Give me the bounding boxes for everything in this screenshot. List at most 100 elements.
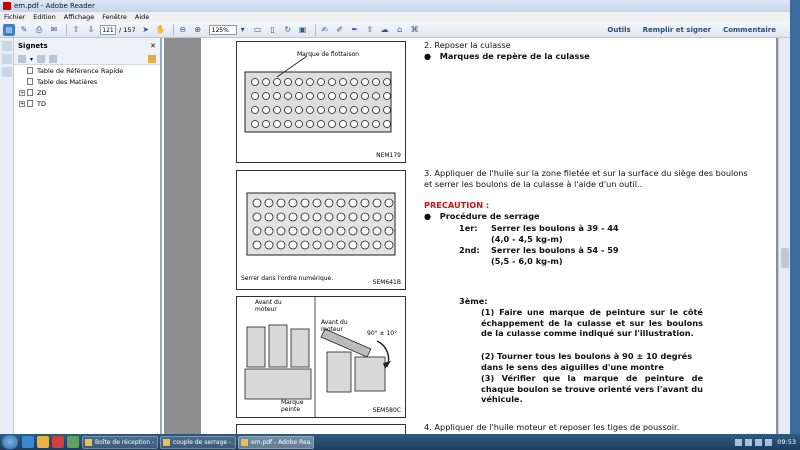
- bolt-hole: [339, 120, 347, 128]
- menu-edition[interactable]: Edition: [29, 13, 60, 21]
- task-inbox[interactable]: Boîte de réception - ...: [82, 435, 158, 449]
- stamp-icon[interactable]: ⌂: [394, 24, 406, 36]
- figure-label-paint-mark: Marque peinte: [281, 399, 304, 413]
- bolt-hole: [383, 92, 391, 100]
- expand-bookmark-icon[interactable]: [148, 55, 156, 63]
- menu-bar: Fichier Edition Affichage Fenêtre Aide: [0, 12, 790, 22]
- zoom-in-icon[interactable]: ⊕: [192, 24, 204, 36]
- bolt-hole: [288, 226, 298, 236]
- outils-button[interactable]: Outils: [607, 24, 630, 36]
- bolt-hole: [348, 212, 358, 222]
- bolt-hole: [306, 120, 314, 128]
- menu-affichage[interactable]: Affichage: [60, 13, 99, 21]
- close-icon[interactable]: ✕: [150, 42, 156, 50]
- tray-icon[interactable]: [745, 438, 753, 446]
- bolt-hole: [252, 240, 262, 250]
- read-mode-icon[interactable]: ▣: [297, 24, 309, 36]
- taskbar: Boîte de réception - ... couple de serra…: [0, 434, 800, 450]
- open-icon[interactable]: ▤: [3, 23, 15, 36]
- bolt-hole: [312, 240, 322, 250]
- internet-explorer-icon[interactable]: [22, 436, 34, 448]
- explorer-icon[interactable]: [37, 436, 49, 448]
- bookmark-item[interactable]: Table de Référence Rapide: [14, 65, 160, 76]
- bookmark-label: Table de Référence Rapide: [37, 66, 124, 75]
- bolt-hole: [317, 78, 325, 86]
- next-page-icon[interactable]: ⇩: [85, 24, 97, 36]
- bookmark-label: TD: [37, 99, 46, 108]
- bolt-hole: [372, 92, 380, 100]
- bookmark-item[interactable]: + ZD: [14, 87, 160, 98]
- highlight-icon[interactable]: ✐: [334, 24, 346, 36]
- previous-page-icon[interactable]: ⇧: [70, 24, 82, 36]
- bolt-hole: [295, 120, 303, 128]
- bolt-hole: [288, 240, 298, 250]
- bookmarks-tools: ▾: [14, 54, 160, 65]
- menu-aide[interactable]: Aide: [131, 13, 153, 21]
- hand-tool-icon[interactable]: ✋: [155, 24, 167, 36]
- volume-icon[interactable]: [755, 438, 763, 446]
- bolt-hole: [276, 240, 286, 250]
- expand-icon[interactable]: +: [19, 89, 25, 96]
- bolt-hole: [360, 212, 370, 222]
- zoom-select[interactable]: 125%: [208, 24, 237, 35]
- chevron-down-icon[interactable]: ▾: [237, 24, 249, 36]
- comment-icon[interactable]: ✍: [319, 24, 331, 36]
- angle-tightening-drawing: [244, 297, 391, 417]
- cylinder-head-drawing: [244, 55, 392, 133]
- remplir-et-signer-button[interactable]: Remplir et signer: [643, 24, 711, 36]
- tray-icon[interactable]: [735, 438, 743, 446]
- new-bookmark-icon[interactable]: [49, 55, 58, 63]
- attachment-icon[interactable]: ⌘: [409, 24, 421, 36]
- cloud-icon[interactable]: ☁: [379, 24, 391, 36]
- expand-icon[interactable]: +: [19, 100, 25, 107]
- bolt-hole: [284, 120, 292, 128]
- navigation-strip: [0, 38, 14, 434]
- bolt-hole: [324, 198, 334, 208]
- menu-fichier[interactable]: Fichier: [0, 13, 29, 21]
- commentaire-button[interactable]: Commentaire: [723, 24, 776, 36]
- attachments-panel-icon[interactable]: [2, 67, 12, 77]
- page-number-input[interactable]: 121: [100, 24, 116, 35]
- document-area[interactable]: Marque de flottaison NEM179 Serrer dans …: [164, 38, 790, 434]
- start-button-icon[interactable]: [2, 435, 18, 449]
- bookmarks-panel: Signets ✕ ▾ Table de Référence Rapide Ta…: [14, 38, 162, 434]
- app-icon[interactable]: [67, 436, 79, 448]
- print-icon[interactable]: ⎙: [33, 24, 45, 36]
- bookmarks-panel-icon[interactable]: [2, 54, 12, 64]
- task-torque[interactable]: couple de serrage - ...: [160, 435, 236, 449]
- menu-fenetre[interactable]: Fenêtre: [98, 13, 131, 21]
- sign-icon[interactable]: ✒: [349, 24, 361, 36]
- edit-icon[interactable]: ✎: [18, 24, 30, 36]
- fit-width-icon[interactable]: ▯: [267, 24, 279, 36]
- share-icon[interactable]: ⇪: [364, 24, 376, 36]
- pages-panel-icon[interactable]: [2, 41, 12, 51]
- email-icon[interactable]: ✉: [48, 24, 60, 36]
- bolt-hole: [306, 106, 314, 114]
- bolt-hole: [339, 78, 347, 86]
- bolt-hole: [312, 226, 322, 236]
- bookmark-item[interactable]: + TD: [14, 98, 160, 109]
- bookmark-item[interactable]: Table des Matières: [14, 76, 160, 87]
- tightening-order-drawing: [246, 192, 396, 256]
- bookmark-options-icon[interactable]: [18, 55, 26, 63]
- bolt-hole: [348, 198, 358, 208]
- select-cursor-icon[interactable]: ➤: [140, 24, 152, 36]
- rotate-icon[interactable]: ↻: [282, 24, 294, 36]
- delete-bookmark-icon[interactable]: [37, 55, 46, 63]
- clock[interactable]: 09:53: [777, 438, 796, 446]
- fit-page-icon[interactable]: ▭: [252, 24, 264, 36]
- figure-code: SEM641B: [372, 279, 401, 286]
- figure-label: Serrer dans l'ordre numérique.: [241, 275, 334, 282]
- vertical-scrollbar[interactable]: [778, 38, 790, 434]
- network-icon[interactable]: [765, 438, 773, 446]
- media-player-icon[interactable]: [52, 436, 64, 448]
- zoom-out-icon[interactable]: ⊖: [177, 24, 189, 36]
- bolt-hole: [383, 120, 391, 128]
- scrollbar-thumb[interactable]: [781, 248, 789, 268]
- task-adobe-reader[interactable]: em.pdf - Adobe Rea...: [238, 435, 314, 449]
- bolt-hole: [360, 240, 370, 250]
- options-dropdown-icon[interactable]: ▾: [30, 56, 33, 63]
- step-3: 3. Appliquer de l'huile sur la zone file…: [424, 168, 748, 189]
- figure-code: SEM580C: [372, 407, 401, 414]
- bolt-hole: [372, 106, 380, 114]
